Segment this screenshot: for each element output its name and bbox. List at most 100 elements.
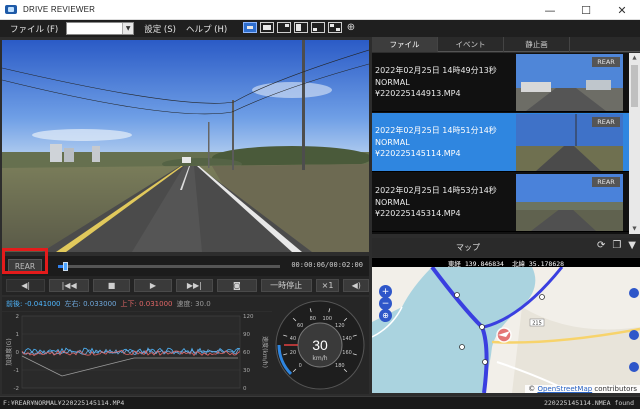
rear-badge: REAR	[592, 57, 620, 67]
menu-help[interactable]: ヘルプ (H)	[186, 23, 227, 35]
rear-badge: REAR	[592, 177, 620, 187]
app-logo-icon	[5, 5, 17, 14]
left-tick-label: -1	[14, 368, 19, 374]
layout-buttons: ⊕	[243, 22, 357, 34]
title-bar: DRIVE REVIEWER — ☐ ✕	[0, 0, 640, 20]
playback-speed-button[interactable]: ×1	[315, 279, 340, 292]
rear-camera-button[interactable]: REAR	[8, 259, 42, 273]
frame-back-icon[interactable]: ◀|	[6, 279, 46, 292]
speed-tick-label: 40	[290, 336, 296, 342]
file-type: NORMAL	[375, 137, 410, 147]
list-item-selected[interactable]: 2022年02月25日 14時51分14秒 NORMAL ¥2202251451…	[372, 113, 640, 172]
layout-split-icon[interactable]	[294, 22, 308, 33]
left-axis-label: 加速度(G)	[5, 338, 13, 365]
tab-event[interactable]: イベント	[438, 37, 504, 52]
latitude: 北緯 35.178628	[511, 260, 565, 268]
right-tick-label: 30	[243, 368, 250, 374]
seek-handle[interactable]	[62, 262, 68, 271]
left-tick-label: -2	[14, 386, 19, 392]
camera-icon[interactable]: ◙	[217, 279, 257, 292]
layout-single-icon[interactable]	[260, 22, 274, 33]
file-list: 2022年02月25日 14時49分13秒 NORMAL ¥2202251449…	[372, 53, 640, 234]
list-item[interactable]: 2022年02月25日 14時49分13秒 NORMAL ¥2202251449…	[372, 53, 640, 112]
speed-readout: 速度: 30.0	[176, 300, 211, 308]
file-name: ¥220225144913.MP4	[375, 89, 461, 98]
stop-icon[interactable]: ■	[92, 279, 131, 292]
right-axis-label: 速度(km/h)	[261, 336, 269, 368]
menu-file[interactable]: ファイル (F)	[10, 23, 58, 35]
status-info: 220225145114.NMEA found	[543, 399, 634, 407]
file-date: 2022年02月25日 14時53分14秒	[375, 186, 497, 195]
minimize-button[interactable]: —	[532, 0, 568, 20]
file-info: 2022年02月25日 14時51分14秒 NORMAL ¥2202251451…	[375, 125, 515, 160]
file-type: NORMAL	[375, 197, 410, 207]
tab-still-image[interactable]: 静止画	[504, 37, 570, 52]
speed-tick-label: 80	[310, 316, 316, 322]
side-tabs: ファイル イベント 静止画	[372, 37, 640, 52]
dashcam-frame	[2, 40, 369, 252]
seek-bar[interactable]	[58, 262, 280, 271]
file-date: 2022年02月25日 14時51分14秒	[375, 126, 497, 135]
right-tick-label: 90	[243, 332, 250, 338]
map-attribution: © OpenStreetMap contributors	[525, 385, 640, 393]
scroll-up-icon[interactable]: ▲	[629, 53, 640, 63]
speed-value: 30	[312, 337, 328, 353]
menu-settings[interactable]: 設定 (S)	[144, 23, 176, 35]
attribution-suffix: contributors	[594, 385, 637, 393]
maximize-button[interactable]: ☐	[568, 0, 604, 20]
file-info: 2022年02月25日 14時49分13秒 NORMAL ¥2202251449…	[375, 65, 515, 100]
window-title: DRIVE REVIEWER	[23, 5, 96, 14]
video-view[interactable]	[2, 40, 369, 252]
scroll-thumb[interactable]	[631, 65, 638, 107]
file-thumbnail: REAR	[516, 54, 623, 111]
speed-tick-label: 180	[335, 363, 345, 369]
speedometer: 0 20 40 60 80 100 120 140 160 180 30 km/h	[272, 297, 369, 394]
triangle-down-icon[interactable]: ▼	[628, 240, 636, 251]
file-info: 2022年02月25日 14時53分14秒 NORMAL ¥2202251453…	[375, 185, 515, 220]
speed-tick-label: 140	[342, 336, 352, 342]
playback-controls: ◀| |◀◀ ■ ▶ ▶▶| ◙ 一時停止 ×1 ◀)	[2, 276, 370, 295]
speed-unit: km/h	[312, 355, 327, 362]
refresh-icon[interactable]: ⟳	[597, 240, 605, 251]
map-view[interactable]: 215 + − ⊕ © OpenStreetMap contributors	[372, 267, 640, 393]
file-list-scrollbar[interactable]: ▲ ▼	[629, 53, 640, 234]
seek-row: REAR 00:00:06/00:02:00	[2, 256, 369, 276]
window-restore-icon[interactable]: ❐	[612, 240, 621, 251]
speed-tick-label: 120	[335, 323, 345, 329]
layout-dual-icon[interactable]	[328, 22, 342, 33]
right-tick-label: 60	[243, 350, 250, 356]
map-header: マップ ⟳ ❐ ▼	[372, 238, 640, 257]
pause-button[interactable]: 一時停止	[260, 279, 312, 292]
window-controls: — ☐ ✕	[532, 0, 640, 20]
status-file-path: F:¥REAR¥NORMAL¥220225145114.MP4	[3, 399, 125, 407]
chevron-down-icon[interactable]: ▼	[122, 23, 134, 34]
speed-tick-label: 20	[290, 350, 296, 356]
speed-tick-label: 100	[322, 316, 332, 322]
speed-tick-label: 0	[299, 363, 302, 369]
app-window: DRIVE REVIEWER — ☐ ✕ ファイル (F) ▼ 設定 (S) ヘ…	[0, 0, 640, 409]
file-combo[interactable]: ▼	[66, 22, 135, 35]
openstreetmap-link[interactable]: OpenStreetMap	[537, 385, 592, 393]
layout-pip-right-icon[interactable]	[277, 22, 291, 33]
skip-back-icon[interactable]: |◀◀	[49, 279, 89, 292]
file-name: ¥220225145114.MP4	[375, 149, 461, 158]
volume-icon[interactable]: ◀)	[343, 279, 370, 292]
play-icon[interactable]: ▶	[134, 279, 172, 292]
scroll-down-icon[interactable]: ▼	[629, 224, 640, 234]
speed-tick-label: 60	[297, 323, 303, 329]
tab-file[interactable]: ファイル	[372, 37, 438, 52]
layout-pip-left-icon[interactable]	[311, 22, 325, 33]
zoom-icon[interactable]: ⊕	[345, 22, 357, 34]
left-tick-label: 2	[16, 314, 20, 320]
map-svg: 215	[372, 267, 640, 393]
file-name: ¥220225145314.MP4	[375, 209, 461, 218]
close-button[interactable]: ✕	[604, 0, 640, 20]
gsensor-readout: 前後: -0.041000 左右: 0.033000 上下: 0.031000 …	[2, 297, 272, 311]
map-title: マップ	[456, 243, 480, 252]
list-item[interactable]: 2022年02月25日 14時53分14秒 NORMAL ¥2202251453…	[372, 173, 640, 232]
layout-fit-icon[interactable]	[243, 22, 257, 33]
globe-icon[interactable]: ⊕	[379, 309, 392, 322]
road-number: 215	[532, 321, 542, 327]
front-back-value: 前後: -0.041000	[6, 300, 61, 308]
skip-forward-icon[interactable]: ▶▶|	[175, 279, 214, 292]
